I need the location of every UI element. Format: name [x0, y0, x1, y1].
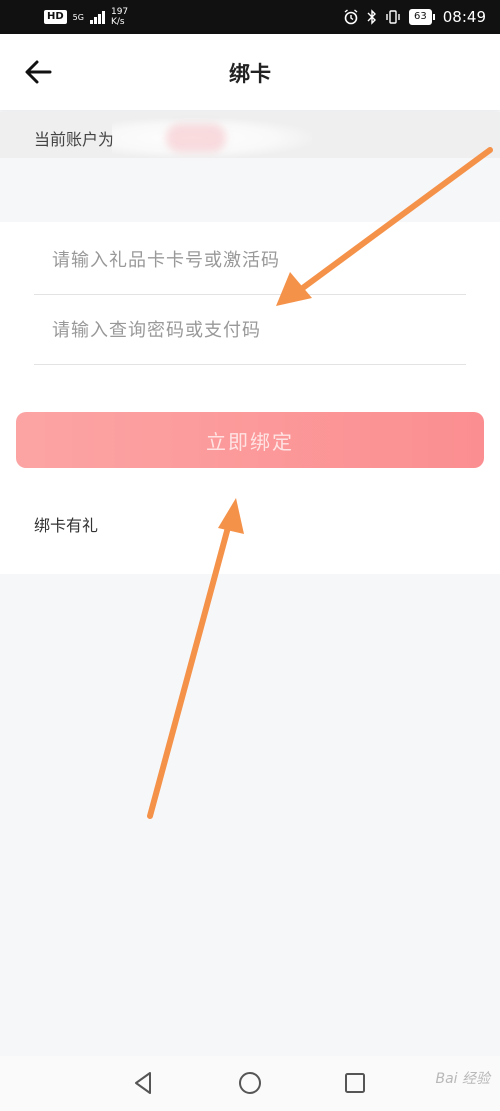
bind-now-button[interactable]: 立即绑定: [16, 412, 484, 468]
nav-back-key[interactable]: [128, 1068, 158, 1098]
account-label: 当前账户为: [34, 130, 115, 149]
clock: 08:49: [442, 8, 486, 26]
network-speed-value: 197: [110, 7, 129, 17]
nav-bar: 绑卡: [0, 34, 500, 110]
status-right: 63 08:49: [343, 7, 486, 27]
bluetooth-icon: [367, 9, 377, 25]
battery-icon: 63: [409, 9, 435, 25]
gift-section-label[interactable]: 绑卡有礼: [34, 512, 98, 536]
battery-level: 63: [409, 9, 432, 25]
watermark: Bai 经验: [435, 1071, 490, 1087]
password-input[interactable]: [50, 294, 454, 366]
vibrate-icon: [386, 10, 400, 24]
triangle-back-icon: [135, 1072, 151, 1094]
network-type: 5G: [72, 12, 84, 22]
status-left: HD 5G 197 K/s: [44, 6, 128, 28]
nav-home-key[interactable]: [235, 1068, 265, 1098]
network-speed: 197 K/s: [111, 7, 128, 27]
page-title: 绑卡: [229, 62, 271, 86]
account-redaction-mark: [166, 124, 226, 152]
card-number-field: [34, 224, 466, 296]
account-strip: 当前账户为: [0, 112, 500, 158]
system-nav-bar: Bai 经验: [0, 1056, 500, 1111]
battery-tip: [432, 14, 435, 20]
nav-recent-key[interactable]: [340, 1068, 370, 1098]
card-number-input[interactable]: [50, 224, 454, 296]
network-speed-unit: K/s: [110, 17, 125, 27]
signal-icon: [89, 10, 105, 24]
alarm-icon: [344, 9, 358, 25]
square-recent-icon: [345, 1073, 365, 1093]
hd-badge: HD: [44, 10, 67, 24]
status-bar: HD 5G 197 K/s 63 08:49: [0, 0, 500, 34]
password-field: [34, 294, 466, 366]
circle-home-icon: [239, 1072, 261, 1094]
